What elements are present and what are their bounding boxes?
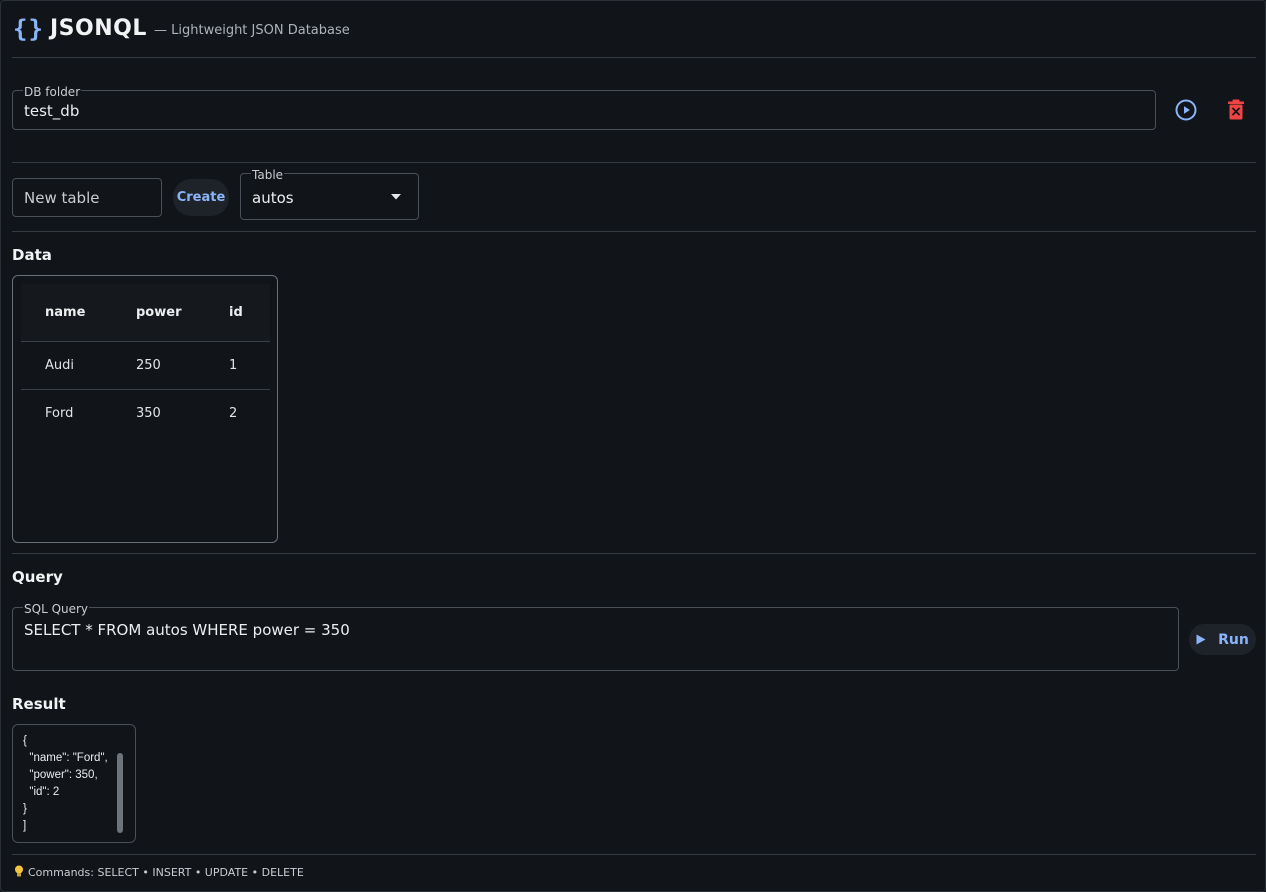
table-select-label: Table	[251, 168, 285, 182]
sql-query-textarea[interactable]: SELECT * FROM autos WHERE power = 350	[12, 607, 1179, 671]
table-cell: 2	[229, 388, 270, 437]
column-header-power[interactable]: power	[136, 284, 229, 341]
footer-hint: Commands: SELECT • INSERT • UPDATE • DEL…	[14, 865, 304, 881]
open-db-button[interactable]	[1168, 92, 1204, 128]
caret-down-icon	[391, 194, 401, 200]
result-section-title: Result	[12, 695, 66, 713]
app-subtitle: — Lightweight JSON Database	[154, 23, 350, 38]
divider	[12, 57, 1256, 58]
result-json-text: { "name": "Ford", "power": 350, "id": 2 …	[23, 735, 108, 832]
sql-query-label: SQL Query	[23, 602, 90, 616]
play-icon	[1196, 634, 1206, 645]
app-window: {} JSONQL — Lightweight JSON Database te…	[0, 0, 1266, 892]
run-query-button-label: Run	[1218, 631, 1249, 648]
table-header-row: name power id	[21, 284, 270, 341]
new-table-input[interactable]: New table	[12, 178, 162, 217]
trash-icon	[1228, 99, 1244, 120]
query-section-title: Query	[12, 568, 63, 586]
table-cell: 1	[229, 340, 270, 389]
table-cell: Audi	[21, 340, 136, 389]
footer-commands-text: Commands: SELECT • INSERT • UPDATE • DEL…	[28, 866, 304, 879]
table-cell: Ford	[21, 388, 136, 437]
table-select-value: autos	[252, 189, 294, 207]
column-header-name[interactable]: name	[21, 284, 136, 341]
new-table-placeholder: New table	[24, 189, 100, 207]
data-table-container: name power id Audi 250 1 Ford 350 2	[12, 275, 278, 543]
table-row[interactable]: Ford 350 2	[21, 388, 270, 437]
run-query-button[interactable]: Run	[1189, 624, 1256, 655]
result-output[interactable]: { "name": "Ford", "power": 350, "id": 2 …	[12, 724, 136, 843]
table-cell: 350	[136, 388, 229, 437]
table-row[interactable]: Audi 250 1	[21, 340, 270, 389]
divider	[12, 231, 1256, 232]
sql-query-value: SELECT * FROM autos WHERE power = 350	[24, 621, 350, 639]
app-title: JSONQL	[50, 16, 147, 41]
column-header-id[interactable]: id	[229, 284, 270, 341]
db-folder-field[interactable]: test_db	[12, 90, 1156, 130]
create-table-button[interactable]: Create	[173, 179, 229, 216]
data-table: name power id Audi 250 1 Ford 350 2	[21, 284, 270, 437]
play-circle-icon	[1175, 99, 1197, 121]
result-scrollbar[interactable]	[117, 753, 123, 833]
create-table-button-label: Create	[176, 190, 226, 205]
divider	[12, 854, 1256, 855]
delete-db-button[interactable]	[1218, 92, 1254, 128]
braces-logo-icon: {}	[13, 15, 44, 43]
table-cell: 250	[136, 340, 229, 389]
divider	[12, 553, 1256, 554]
divider	[12, 162, 1256, 163]
db-folder-label: DB folder	[23, 85, 82, 99]
data-section-title: Data	[12, 246, 52, 264]
lightbulb-icon	[15, 865, 23, 877]
db-folder-value: test_db	[24, 102, 80, 120]
